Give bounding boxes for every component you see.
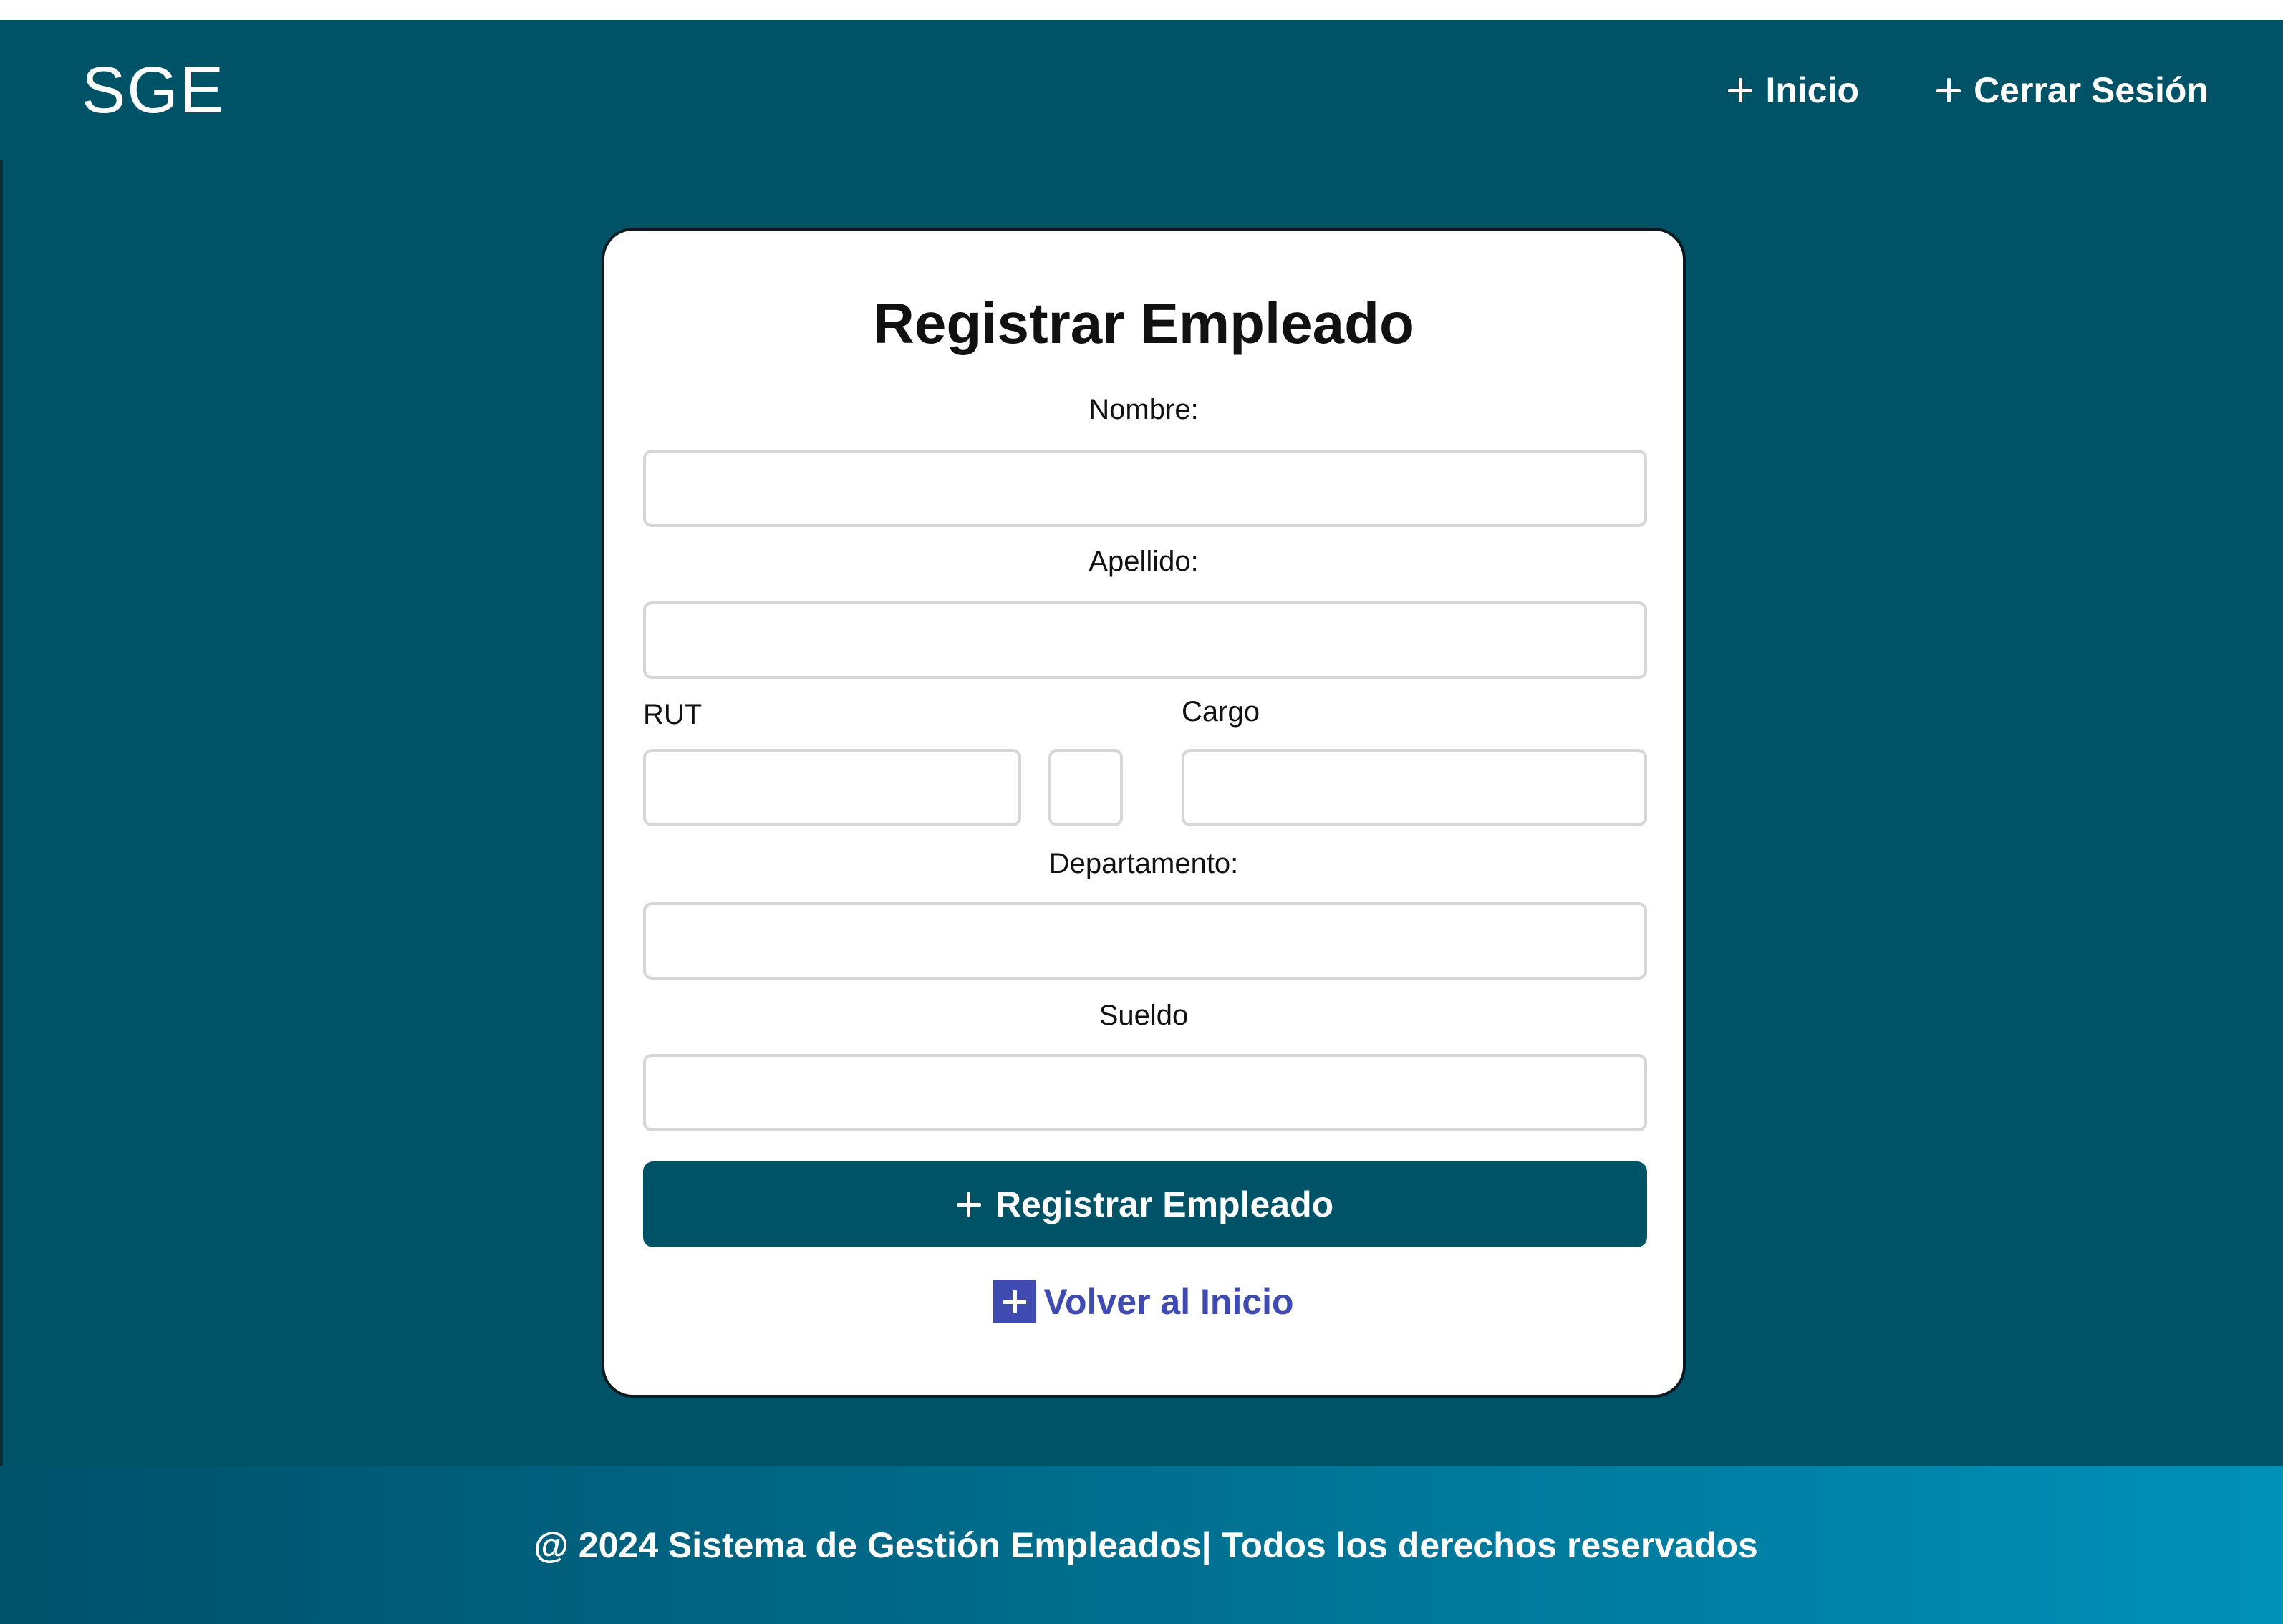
rut-input[interactable] <box>643 749 1021 826</box>
sueldo-input[interactable] <box>643 1054 1647 1131</box>
main-content: Registrar Empleado Nombre: Apellido: RUT… <box>0 160 2283 1466</box>
departamento-input[interactable] <box>643 902 1647 980</box>
plus-icon <box>1936 78 1961 102</box>
nav-link-cerrar-sesion[interactable]: Cerrar Sesión <box>1936 69 2209 111</box>
plus-box-icon <box>993 1280 1037 1323</box>
departamento-label: Departamento: <box>1048 848 1239 879</box>
brand-logo[interactable]: SGE <box>82 53 225 128</box>
apellido-input[interactable] <box>643 601 1647 679</box>
plus-icon <box>1728 78 1753 102</box>
top-strip <box>0 0 2283 20</box>
cargo-label: Cargo <box>1182 696 1260 728</box>
apellido-label: Apellido: <box>1089 546 1199 577</box>
rut-label: RUT <box>643 699 703 730</box>
register-form-card: Registrar Empleado Nombre: Apellido: RUT… <box>602 228 1686 1398</box>
nav-links: Inicio Cerrar Sesión <box>1728 69 2209 111</box>
footer-copyright: @ 2024 Sistema de Gestión Empleados| Tod… <box>534 1525 1758 1565</box>
rut-dv-input[interactable] <box>1048 749 1123 826</box>
nombre-input[interactable] <box>643 450 1647 527</box>
navbar: SGE Inicio Cerrar Sesión <box>0 20 2283 160</box>
register-employee-button[interactable]: Registrar Empleado <box>643 1161 1647 1247</box>
cargo-input[interactable] <box>1182 749 1647 826</box>
footer: @ 2024 Sistema de Gestión Empleados| Tod… <box>0 1466 2283 1624</box>
form-title: Registrar Empleado <box>873 291 1414 355</box>
back-to-home-label: Volver al Inicio <box>1043 1282 1294 1322</box>
nav-link-inicio[interactable]: Inicio <box>1728 69 1859 111</box>
nav-link-cerrar-sesion-label: Cerrar Sesión <box>1974 70 2209 110</box>
plus-icon <box>956 1192 981 1217</box>
back-to-home-link[interactable]: Volver al Inicio <box>604 1280 1683 1323</box>
nav-link-inicio-label: Inicio <box>1765 70 1860 110</box>
sueldo-label: Sueldo <box>1099 1000 1189 1031</box>
register-employee-button-label: Registrar Empleado <box>995 1184 1334 1224</box>
nombre-label: Nombre: <box>1089 394 1199 425</box>
